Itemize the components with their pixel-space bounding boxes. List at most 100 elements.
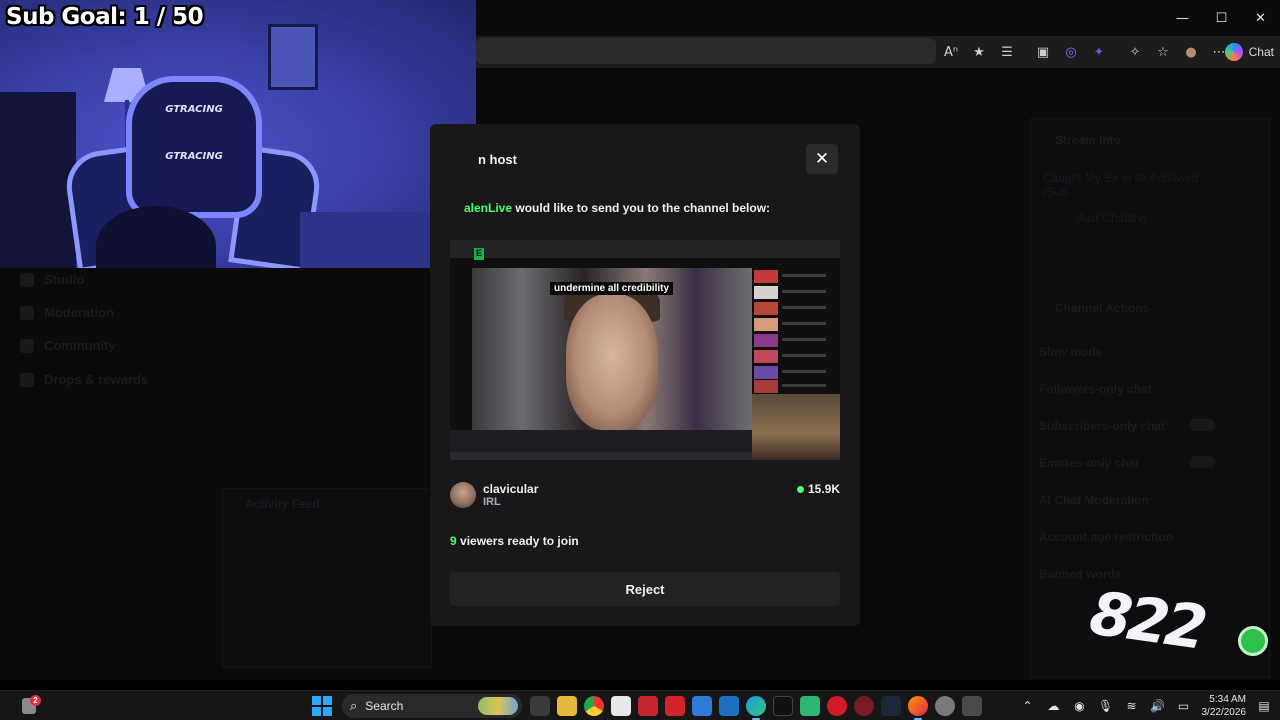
shield-app-icon[interactable] <box>638 696 658 716</box>
taskbar-apps <box>530 696 982 720</box>
minimize-button[interactable]: — <box>1163 0 1202 36</box>
preview-caption: undermine all credibility <box>550 282 674 295</box>
preview-line <box>782 306 826 309</box>
room-door <box>0 92 76 268</box>
microphone-icon[interactable]: 🎙 <box>1098 699 1114 713</box>
chat-app-icon[interactable] <box>800 696 820 716</box>
notification-center-icon[interactable]: ▤ <box>1256 699 1272 713</box>
preview-streamer-cam <box>752 394 840 460</box>
preview-face <box>566 294 658 430</box>
action-account-age[interactable]: Account age restriction <box>1039 530 1173 544</box>
sticker-overlay: 822 <box>1086 578 1272 666</box>
edge-icon[interactable] <box>746 696 766 720</box>
windows-taskbar: 2 ⌕ Search ⌃ ☁ ◉ 🎙 ≋ 🔊 ▭ 5:34 AM 3/22/20… <box>0 690 1280 720</box>
read-aloud-icon[interactable]: Aⁿ <box>940 41 962 63</box>
edit-app-icon[interactable] <box>692 696 712 716</box>
preview-thumb <box>754 286 778 299</box>
action-banned-words[interactable]: Banned words <box>1039 567 1122 581</box>
settings-icon[interactable] <box>935 696 955 716</box>
firefox-icon[interactable] <box>908 696 928 720</box>
opera-icon[interactable] <box>827 696 847 716</box>
sidebar-item-drops[interactable]: Drops & rewards <box>20 372 148 387</box>
sidebar-label: Studio <box>44 272 85 287</box>
sidebar-item-community[interactable]: Community <box>20 338 116 353</box>
action-ai-moderation[interactable]: AI Chat Moderation <box>1039 493 1149 507</box>
favorites-icon[interactable]: ☆ <box>1152 41 1174 63</box>
action-followers-only[interactable]: Followers-only chat <box>1039 382 1152 396</box>
preview-line <box>782 354 826 357</box>
stream-category: Just Chatting <box>1077 211 1148 225</box>
action-emotes-only[interactable]: Emotes-only chat <box>1039 456 1139 470</box>
host-message-text: would like to send you to the channel be… <box>512 201 771 215</box>
extension-icon[interactable]: ◎ <box>1060 41 1082 63</box>
volume-icon[interactable]: 🔊 <box>1150 699 1166 713</box>
stream-preview[interactable]: E undermine all credibility <box>450 240 840 460</box>
ready-text: viewers ready to join <box>456 534 579 548</box>
taskbar-clock[interactable]: 5:34 AM 3/22/2026 <box>1202 693 1247 719</box>
collections-icon[interactable]: ☰ <box>996 41 1018 63</box>
moderation-icon <box>20 305 34 320</box>
widgets-button[interactable]: 2 <box>22 695 42 717</box>
chrome-icon[interactable] <box>584 696 604 716</box>
host-modal: n host ✕ alenLive would like to send you… <box>430 124 860 626</box>
webcam-overlay: GTRACING GTRACING Sub Goal: 1 / 50 <box>0 0 476 268</box>
sidebar-item-studio[interactable]: Studio <box>20 272 84 287</box>
sidebar-item-moderation[interactable]: Moderation <box>20 305 114 320</box>
favorite-star-icon[interactable]: ★ <box>968 41 990 63</box>
extension-icon[interactable]: ✦ <box>1088 41 1110 63</box>
sticker-badge <box>1238 626 1268 656</box>
windows-start-icon[interactable] <box>312 696 332 716</box>
emotes-only-toggle[interactable] <box>1189 456 1215 468</box>
reading-view-icon[interactable]: ▣ <box>1032 41 1054 63</box>
action-slow-mode[interactable]: Slow mode <box>1039 345 1102 359</box>
preview-taskbar <box>450 452 752 460</box>
chevron-up-icon[interactable]: ⌃ <box>1020 699 1036 713</box>
host-channel-name[interactable]: alenLive <box>464 201 512 215</box>
maximize-button[interactable]: ☐ <box>1202 0 1241 36</box>
avatar[interactable] <box>450 482 476 508</box>
subscribers-only-toggle[interactable] <box>1189 419 1215 431</box>
extensions-puzzle-icon[interactable]: ✧ <box>1124 41 1146 63</box>
chair-brand-logo: GTRACING <box>165 151 223 162</box>
outlook-icon[interactable] <box>719 696 739 716</box>
wifi-icon[interactable]: ≋ <box>1124 699 1140 713</box>
file-explorer-icon[interactable] <box>557 696 577 716</box>
tiktok-icon[interactable] <box>773 696 793 716</box>
calculator-icon[interactable] <box>962 696 982 716</box>
red-app-icon[interactable] <box>665 696 685 716</box>
taskbar-search[interactable]: ⌕ Search <box>342 694 522 718</box>
search-icon: ⌕ <box>350 698 358 714</box>
preview-line <box>782 322 826 325</box>
reject-button[interactable]: Reject <box>450 572 840 606</box>
close-icon[interactable]: ✕ <box>806 144 838 174</box>
ready-count: 9 <box>450 534 457 548</box>
battery-icon[interactable]: ▭ <box>1176 699 1192 713</box>
address-bar[interactable] <box>476 38 936 64</box>
opera-gx-icon[interactable] <box>854 696 874 716</box>
target-channel-name[interactable]: clavicular <box>483 482 538 496</box>
preview-line <box>782 338 826 341</box>
copilot-chat-button[interactable]: Chat <box>1224 41 1274 63</box>
profile-icon[interactable]: ● <box>1180 41 1202 63</box>
cloud-icon[interactable]: ☁ <box>1046 699 1062 713</box>
search-label: Search <box>365 699 404 713</box>
sidebar-label: Moderation <box>44 305 115 320</box>
stream-info-title: Stream Info <box>1055 133 1122 147</box>
target-channel-category[interactable]: IRL <box>483 496 501 508</box>
notification-badge: 2 <box>30 695 41 706</box>
sticker-number: 822 <box>1085 578 1208 664</box>
preview-browser-bar <box>450 240 840 258</box>
action-subscribers-only[interactable]: Subscribers-only chat <box>1039 419 1165 433</box>
store-icon[interactable] <box>611 696 631 716</box>
copilot-chat-label: Chat <box>1248 45 1274 59</box>
preview-line <box>782 274 826 277</box>
steam-icon[interactable] <box>881 696 901 716</box>
preview-line <box>782 384 826 387</box>
chair-brand-logo: GTRACING <box>165 104 223 115</box>
close-window-button[interactable]: ✕ <box>1241 0 1280 36</box>
edge-tray-icon[interactable]: ◉ <box>1072 699 1088 713</box>
system-tray: ⌃ ☁ ◉ 🎙 ≋ 🔊 ▭ 5:34 AM 3/22/2026 ▤ <box>1020 693 1273 719</box>
sidebar-label: Drops & rewards <box>44 372 149 387</box>
stream-title: Caught My Ex in 4k Followed /Sub <box>1043 171 1199 199</box>
task-view-icon[interactable] <box>530 696 550 716</box>
